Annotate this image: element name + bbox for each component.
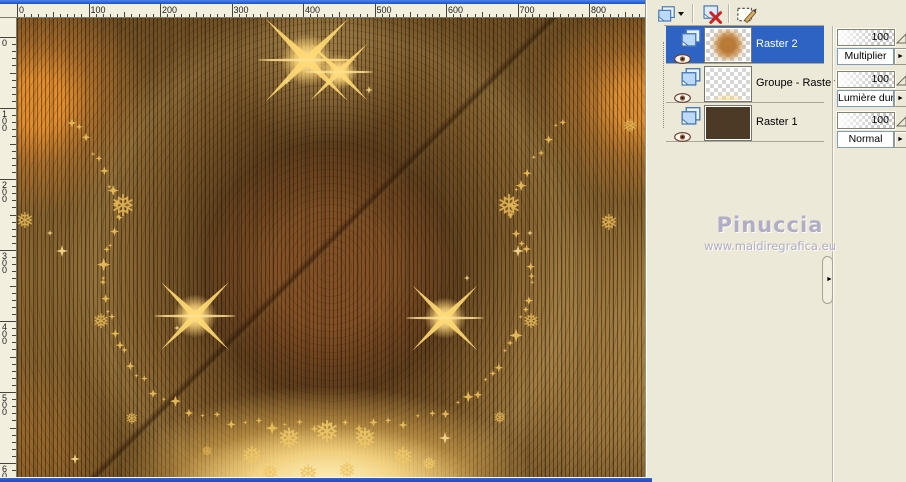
svg-text:❅: ❅ xyxy=(353,422,376,455)
svg-text:❅: ❅ xyxy=(314,415,339,450)
opacity-slider-thumb[interactable] xyxy=(896,75,906,86)
svg-text:❅: ❅ xyxy=(261,461,279,477)
palette-splitter xyxy=(832,26,834,482)
svg-text:❅: ❅ xyxy=(125,409,138,428)
layers-palette: Raster 2 Groupe - Raster 2 Raster 1 ► 10… xyxy=(645,0,906,482)
layer-pages-icon xyxy=(680,68,702,92)
blend-mode-value: Multiplier xyxy=(844,50,887,62)
opacity-slider[interactable]: 100 xyxy=(837,71,895,88)
blend-mode-value: Lumière dure xyxy=(838,92,894,104)
blend-mode-arrow-button[interactable]: ► xyxy=(894,90,906,107)
new-layer-icon xyxy=(657,5,675,22)
layer-thumbnail xyxy=(706,107,750,139)
svg-text:❅: ❅ xyxy=(201,444,213,460)
opacity-value: 100 xyxy=(871,31,889,43)
chevron-right-icon: ► xyxy=(826,276,833,283)
layer-thumbnail xyxy=(706,29,750,61)
layer-thumbnail xyxy=(706,68,750,100)
svg-text:❅: ❅ xyxy=(298,460,318,477)
layer-controls-raster-2: 100 Multiplier ► xyxy=(837,29,906,65)
horizontal-ruler[interactable]: 0 100 200 300 400 500 600 700 800 xyxy=(0,4,645,18)
delete-layer-icon xyxy=(703,4,723,24)
opacity-value: 100 xyxy=(871,73,889,85)
svg-text:❅: ❅ xyxy=(523,309,540,333)
blend-mode-select[interactable]: Normal xyxy=(837,131,894,148)
blend-mode-arrow-button[interactable]: ► xyxy=(894,48,906,65)
palette-splitter-handle[interactable]: ► xyxy=(822,256,833,304)
svg-text:❅: ❅ xyxy=(392,443,414,473)
blend-mode-select[interactable]: Multiplier xyxy=(837,48,894,65)
blend-mode-value: Normal xyxy=(848,133,883,145)
layer-name: Groupe - Raster 2 xyxy=(756,77,845,89)
layer-row-raster-1[interactable]: Raster 1 xyxy=(666,104,824,143)
svg-text:❅: ❅ xyxy=(17,209,34,234)
edit-selection-button[interactable] xyxy=(732,3,760,25)
svg-text:❅: ❅ xyxy=(241,442,263,472)
chevron-down-icon xyxy=(677,12,684,16)
edit-selection-icon xyxy=(736,7,757,23)
layer-pages-icon xyxy=(680,107,702,131)
svg-text:❅: ❅ xyxy=(622,116,637,137)
layer-group-tree-line xyxy=(663,42,664,128)
psp-workspace: 0 100 200 300 400 500 600 700 800 0 100 200 300 400 5… xyxy=(0,0,906,482)
toolbar-separator xyxy=(692,4,694,23)
svg-text:❅: ❅ xyxy=(493,408,506,427)
delete-layer-button[interactable] xyxy=(698,3,726,25)
layer-pages-icon xyxy=(680,29,702,53)
layer-controls-groupe: 100 Lumière dure ► xyxy=(837,71,906,107)
layer-name: Raster 1 xyxy=(756,116,798,128)
opacity-slider[interactable]: 100 xyxy=(837,112,895,129)
layer-controls-raster-1: 100 Normal ► xyxy=(837,112,906,148)
canvas-artwork: ❅ ❅❅ ❅❅ ❅❅❅ ❅❅ ❅❅ ❅ ❅❅❅ ❅❅ ❅ xyxy=(17,19,638,477)
image-window-bottom-border xyxy=(0,477,652,482)
toolbar-separator xyxy=(728,4,730,23)
visibility-eye-icon[interactable] xyxy=(674,129,691,147)
svg-text:❅: ❅ xyxy=(277,422,300,455)
opacity-value: 100 xyxy=(871,114,889,126)
svg-text:❅: ❅ xyxy=(421,454,436,475)
watermark-title: Pinuccia xyxy=(716,213,824,237)
opacity-slider-thumb[interactable] xyxy=(896,33,906,44)
svg-text:❅: ❅ xyxy=(338,459,356,477)
canvas[interactable]: ❅ ❅ ❅ ❅ ❅ ❅ ❅ ❅ ❅ ❅ ❅ ❅ ❅ ❅ ❅ ❅ ❅ ❅ ❅ xyxy=(17,18,645,477)
layer-row-raster-2[interactable]: Raster 2 xyxy=(666,26,824,65)
opacity-slider[interactable]: 100 xyxy=(837,29,895,46)
vertical-ruler[interactable]: 0100200300400500600 xyxy=(0,18,17,482)
svg-text:❅: ❅ xyxy=(93,309,110,333)
layer-row-groupe-raster-2[interactable]: Groupe - Raster 2 xyxy=(666,65,844,104)
opacity-slider-thumb[interactable] xyxy=(896,116,906,127)
svg-text:❅: ❅ xyxy=(600,211,618,236)
new-layer-button[interactable] xyxy=(656,3,684,25)
blend-mode-select[interactable]: Lumière dure xyxy=(837,90,894,107)
svg-text:❅: ❅ xyxy=(110,189,135,224)
blend-mode-arrow-button[interactable]: ► xyxy=(894,131,906,148)
watermark-url: www.maidiregrafica.eu xyxy=(703,239,836,253)
layer-name: Raster 2 xyxy=(756,38,798,50)
svg-text:❅: ❅ xyxy=(496,189,521,224)
